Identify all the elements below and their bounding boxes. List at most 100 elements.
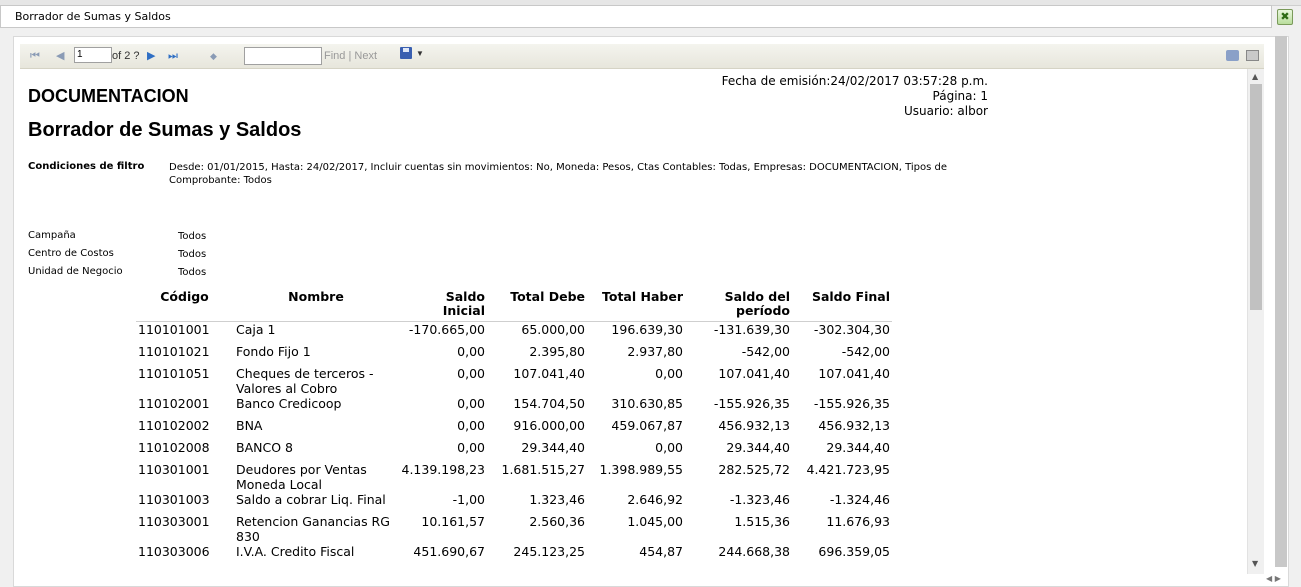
- cell-saldo-final: 11.676,93: [826, 514, 890, 529]
- cell-total-haber: 196.639,30: [611, 322, 683, 337]
- table-row: 110101051 Cheques de terceros - Valores …: [136, 366, 892, 396]
- last-page-icon[interactable]: ⏭: [168, 49, 178, 63]
- col-header-saldo-periodo: Saldo del período: [685, 288, 792, 322]
- page-count-label: of 2 ?: [112, 50, 140, 62]
- save-export-icon[interactable]: [400, 47, 412, 59]
- prev-page-icon[interactable]: ◀: [56, 49, 64, 63]
- table-row: 110102001 Banco Credicoop 0,00 154.704,5…: [136, 396, 892, 418]
- cell-total-debe: 29.344,40: [521, 440, 585, 455]
- print-icon[interactable]: [1246, 50, 1259, 61]
- cell-total-haber: 2.646,92: [627, 492, 683, 507]
- cell-saldo-periodo: 244.668,38: [718, 544, 790, 559]
- cell-saldo-final: 107.041,40: [818, 366, 890, 381]
- refresh-icon[interactable]: [1226, 50, 1239, 61]
- cell-total-haber: 0,00: [655, 440, 683, 455]
- cell-saldo-inicial: 0,00: [457, 396, 485, 411]
- cell-codigo: 110101001: [138, 322, 210, 337]
- scroll-up-icon[interactable]: ▲: [1252, 72, 1258, 81]
- table-row: 110101001 Caja 1 -170.665,00 65.000,00 1…: [136, 322, 892, 345]
- col-header-total-debe: Total Debe: [487, 288, 587, 322]
- param-value: Todos: [178, 267, 207, 278]
- cell-saldo-inicial: 4.139.198,23: [401, 462, 486, 477]
- cell-total-haber: 2.937,80: [627, 344, 683, 359]
- param-value: Todos: [178, 231, 207, 242]
- balance-table: Código Nombre Saldo Inicial Total Debe T…: [136, 288, 892, 566]
- col-header-saldo-final: Saldo Final: [792, 288, 892, 322]
- next-page-icon[interactable]: ▶: [147, 49, 155, 63]
- cell-codigo: 110301001: [138, 462, 210, 477]
- page-number: Página: 1: [932, 89, 988, 103]
- cell-nombre: Fondo Fijo 1: [236, 344, 311, 359]
- find-input[interactable]: [244, 47, 322, 65]
- cell-saldo-periodo: 456.932,13: [718, 418, 790, 433]
- outer-scroll-arrow-icon[interactable]: ◀ ▶: [1266, 574, 1288, 587]
- cell-total-haber: 454,87: [639, 544, 683, 559]
- window-title: Borrador de Sumas y Saldos: [15, 10, 171, 23]
- find-next-link[interactable]: Next: [354, 50, 377, 62]
- cell-saldo-periodo: 1.515,36: [734, 514, 790, 529]
- table-row: 110102002 BNA 0,00 916.000,00 459.067,87…: [136, 418, 892, 440]
- cell-saldo-inicial: 0,00: [457, 440, 485, 455]
- cell-nombre: Banco Credicoop: [236, 396, 342, 411]
- cell-saldo-periodo: 29.344,40: [726, 440, 790, 455]
- cell-total-haber: 1.045,00: [627, 514, 683, 529]
- issue-date: Fecha de emisión:24/02/2017 03:57:28 p.m…: [721, 74, 988, 88]
- cell-total-haber: 310.630,85: [611, 396, 683, 411]
- cell-total-debe: 65.000,00: [521, 322, 585, 337]
- cell-total-debe: 1.323,46: [529, 492, 585, 507]
- cell-saldo-periodo: -155.926,35: [713, 396, 790, 411]
- cell-saldo-final: 29.344,40: [826, 440, 890, 455]
- filter-label: Condiciones de filtro: [28, 161, 145, 172]
- cell-nombre: Cheques de terceros - Valores al Cobro: [236, 366, 374, 396]
- cell-codigo: 110102008: [138, 440, 210, 455]
- window-title-bar: Borrador de Sumas y Saldos: [0, 5, 1272, 28]
- first-page-icon[interactable]: ⏮: [30, 49, 40, 63]
- table-row: 110301003 Saldo a cobrar Liq. Final -1,0…: [136, 492, 892, 514]
- cell-nombre: BANCO 8: [236, 440, 293, 455]
- cell-total-debe: 154.704,50: [513, 396, 585, 411]
- cell-nombre: I.V.A. Credito Fiscal: [236, 544, 355, 559]
- scroll-down-icon[interactable]: ▼: [1252, 559, 1258, 568]
- cell-total-debe: 245.123,25: [513, 544, 585, 559]
- scroll-thumb[interactable]: [1250, 84, 1262, 310]
- table-row: 110101021 Fondo Fijo 1 0,00 2.395,80 2.9…: [136, 344, 892, 366]
- report-title: Borrador de Sumas y Saldos: [28, 119, 302, 141]
- report-meta: Fecha de emisión:24/02/2017 03:57:28 p.m…: [620, 74, 988, 119]
- cell-codigo: 110102002: [138, 418, 210, 433]
- cell-saldo-final: -302.304,30: [813, 322, 890, 337]
- cell-codigo: 110101051: [138, 366, 210, 381]
- cell-total-debe: 107.041,40: [513, 366, 585, 381]
- cell-saldo-inicial: 10.161,57: [421, 514, 485, 529]
- col-header-saldo-inicial: Saldo Inicial: [398, 288, 487, 322]
- cell-codigo: 110101021: [138, 344, 210, 359]
- cell-saldo-final: -542,00: [841, 344, 890, 359]
- page-number-input[interactable]: [74, 47, 112, 63]
- param-label: Centro de Costos: [28, 248, 114, 259]
- cell-saldo-inicial: 0,00: [457, 418, 485, 433]
- report-toolbar: ⏮ ◀ of 2 ? ▶ ⏭ ◆ Find | Next ▼: [20, 44, 1264, 69]
- cell-saldo-inicial: 0,00: [457, 366, 485, 381]
- company-name: DOCUMENTACION: [28, 86, 189, 106]
- cell-saldo-periodo: -1.323,46: [729, 492, 790, 507]
- cell-codigo: 110303001: [138, 514, 210, 529]
- cell-total-haber: 459.067,87: [611, 418, 683, 433]
- param-value: Todos: [178, 249, 207, 260]
- cell-nombre: Saldo a cobrar Liq. Final: [236, 492, 386, 507]
- cell-saldo-inicial: 0,00: [457, 344, 485, 359]
- back-icon[interactable]: ◆: [210, 49, 217, 63]
- cell-saldo-final: 456.932,13: [818, 418, 890, 433]
- col-header-codigo: Código: [136, 288, 233, 322]
- table-row: 110303001 Retencion Ganancias RG 830 10.…: [136, 514, 892, 544]
- user-name: Usuario: albor: [903, 104, 988, 118]
- cell-total-debe: 2.395,80: [529, 344, 585, 359]
- find-separator: |: [348, 50, 352, 62]
- outer-scrollbar[interactable]: [1275, 36, 1287, 567]
- cell-nombre: Deudores por Ventas Moneda Local: [236, 462, 367, 492]
- export-dropdown-icon[interactable]: ▼: [416, 49, 424, 59]
- cell-codigo: 110303006: [138, 544, 210, 559]
- table-row: 110102008 BANCO 8 0,00 29.344,40 0,00 29…: [136, 440, 892, 462]
- report-vertical-scrollbar[interactable]: ▲ ▼: [1247, 69, 1264, 574]
- cell-total-haber: 1.398.989,55: [599, 462, 684, 477]
- close-icon[interactable]: ✖: [1277, 9, 1293, 25]
- find-link[interactable]: Find: [324, 50, 345, 62]
